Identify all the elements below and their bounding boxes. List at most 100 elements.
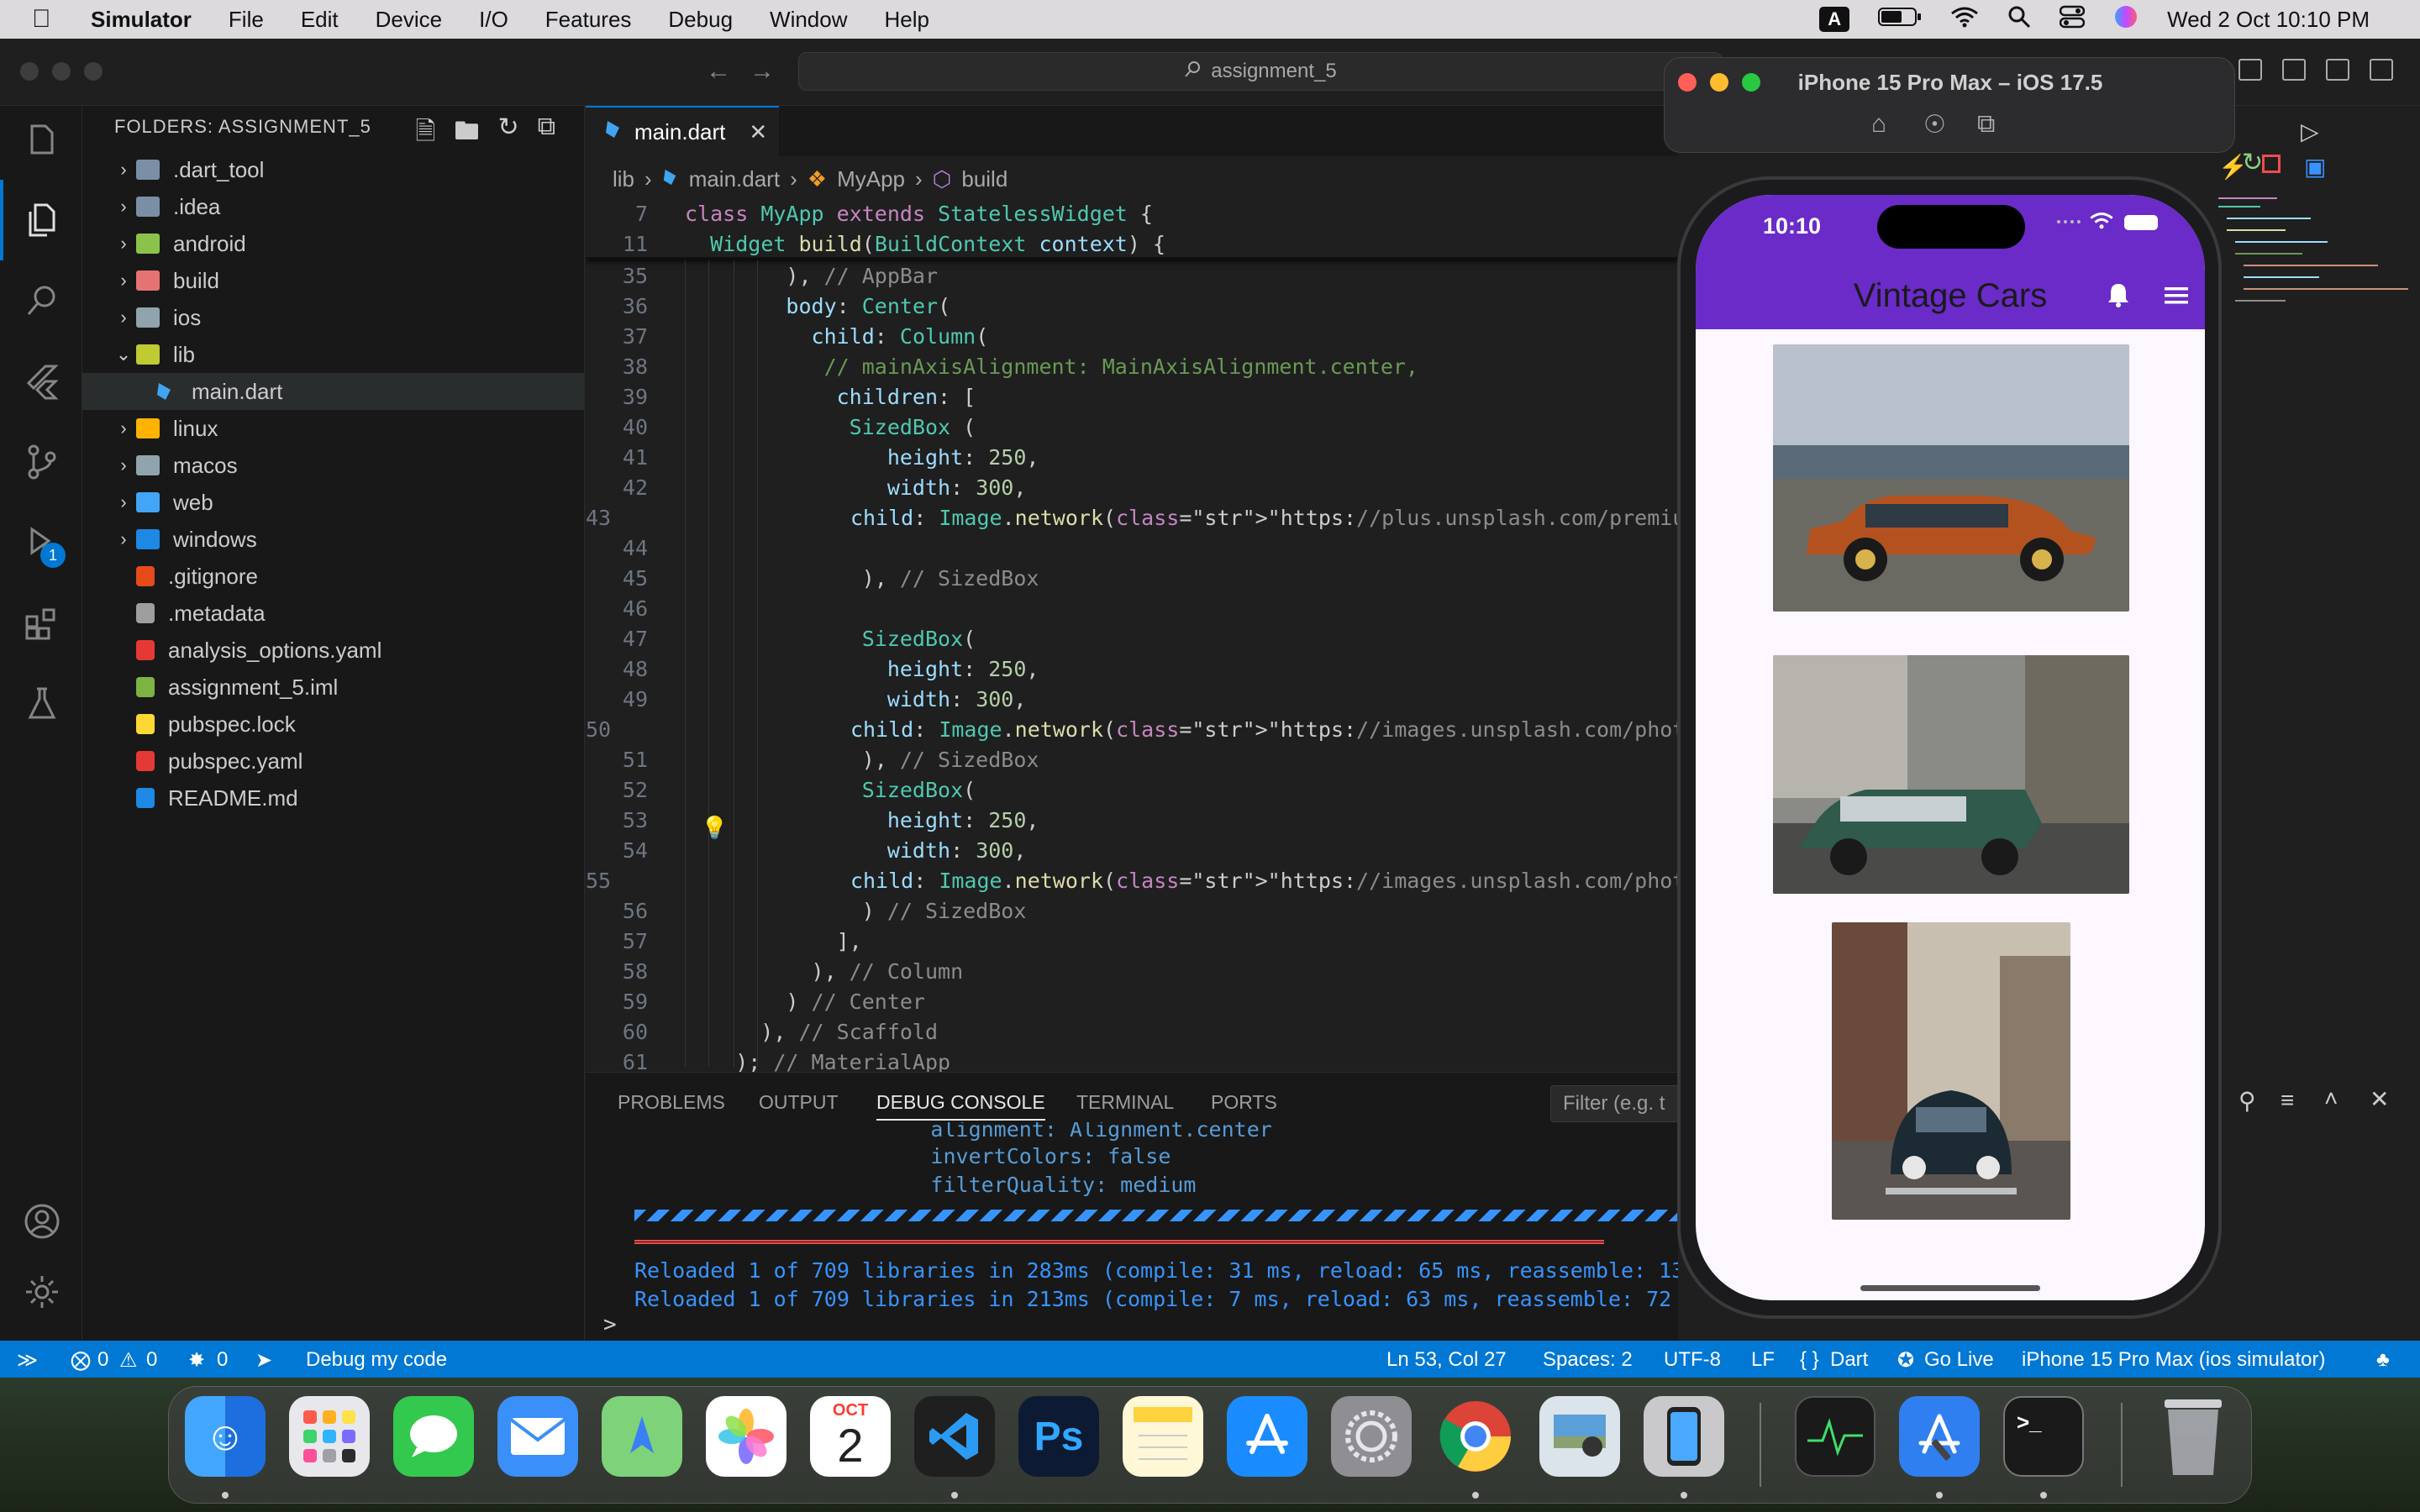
spotlight-search-icon[interactable] — [2007, 5, 2031, 34]
source-control-icon[interactable] — [20, 440, 64, 484]
photoshop-icon[interactable]: Ps — [1018, 1396, 1099, 1477]
encoding[interactable]: UTF-8 — [1664, 1348, 1721, 1372]
finder-icon[interactable]: ☺ — [185, 1396, 266, 1477]
rotate-icon[interactable]: ⧉ — [1977, 110, 1995, 139]
command-center-search[interactable]: assignment_5 — [798, 52, 1723, 91]
code-line[interactable]: 37 child: Column( — [586, 321, 1678, 351]
tree-item[interactable]: › web — [82, 484, 585, 521]
menu-features[interactable]: Features — [545, 7, 632, 33]
code-line[interactable]: 61 ); // MaterialApp — [586, 1047, 1678, 1073]
close-tab-icon[interactable]: ✕ — [749, 119, 767, 145]
notifications-bell-icon[interactable] — [2107, 282, 2129, 314]
files-icon[interactable] — [20, 198, 64, 242]
code-line[interactable]: 50 child: Image.network(class="str">"htt… — [586, 714, 1678, 744]
code-line[interactable]: 42 width: 300, — [586, 472, 1678, 502]
tree-item[interactable]: analysis_options.yaml — [82, 632, 585, 669]
close-window-button[interactable] — [20, 62, 39, 81]
tree-item[interactable]: › .dart_tool — [82, 151, 585, 188]
lightbulb-icon[interactable]: 💡 — [701, 815, 728, 841]
tab-terminal[interactable]: TERMINAL — [1076, 1091, 1174, 1114]
console-prompt[interactable]: > — [603, 1312, 617, 1337]
code-line[interactable]: 47 SizedBox( — [586, 623, 1678, 654]
iphone-screen[interactable]: 10:10 Vintage Cars — [1696, 195, 2205, 1300]
debug-launch-icon[interactable]: ➤ — [255, 1348, 272, 1373]
run-icon[interactable]: ▷ — [2301, 118, 2319, 145]
ports-icon[interactable]: ✸ — [188, 1348, 205, 1373]
home-icon[interactable]: ⌂ — [1871, 110, 1886, 139]
code-line[interactable]: 38 // mainAxisAlignment: MainAxisAlignme… — [586, 351, 1678, 381]
menu-help[interactable]: Help — [885, 7, 929, 33]
notifications-bell-icon[interactable]: ♣ — [2376, 1348, 2390, 1372]
toggle-secondary-sidebar-icon[interactable] — [2326, 59, 2349, 81]
refresh-icon[interactable]: ↻ — [497, 113, 518, 155]
go-live-button[interactable]: Go Live — [1924, 1348, 1994, 1372]
tab-problems[interactable]: PROBLEMS — [618, 1091, 725, 1114]
notes-icon[interactable] — [1123, 1396, 1203, 1477]
accounts-icon[interactable] — [20, 1200, 64, 1243]
activity-monitor-icon[interactable] — [1795, 1396, 1876, 1477]
code-line[interactable]: 54 width: 300, — [586, 835, 1678, 865]
app-store-icon[interactable] — [1227, 1396, 1307, 1477]
vintage-car-photo-3[interactable] — [1832, 922, 2070, 1220]
tree-item[interactable]: pubspec.yaml — [82, 743, 585, 780]
wifi-icon[interactable] — [1950, 6, 1979, 34]
code-line[interactable]: 35 ), // AppBar — [586, 260, 1678, 291]
code-line[interactable]: 45 ), // SizedBox — [586, 563, 1678, 593]
battery-icon[interactable] — [1878, 6, 1922, 34]
launchpad-icon[interactable] — [289, 1396, 370, 1477]
code-line[interactable]: 52 SizedBox( — [586, 774, 1678, 805]
messages-icon[interactable] — [393, 1396, 474, 1477]
menu-edit[interactable]: Edit — [301, 7, 339, 33]
close-panel-icon[interactable]: ✕ — [2370, 1085, 2389, 1113]
nav-back-icon[interactable]: ← — [706, 57, 731, 86]
breadcrumb-myapp[interactable]: MyApp — [837, 166, 905, 192]
menu-io[interactable]: I/O — [479, 7, 508, 33]
code-line[interactable]: 43 child: Image.network(class="str">"htt… — [586, 502, 1678, 533]
error-count[interactable]: 0 — [97, 1348, 108, 1372]
tree-item[interactable]: README.md — [82, 780, 585, 816]
code-line[interactable]: 60 ), // Scaffold — [586, 1016, 1678, 1047]
code-line[interactable]: 36 body: Center( — [586, 291, 1678, 321]
tree-item[interactable]: › .idea — [82, 188, 585, 225]
control-center-icon[interactable] — [2059, 5, 2086, 34]
tree-item[interactable]: › windows — [82, 521, 585, 558]
menu-app-name[interactable]: Simulator — [91, 7, 192, 33]
zoom-window-button[interactable] — [84, 62, 103, 81]
warning-icon[interactable]: ⚠ — [119, 1348, 138, 1373]
menu-debug[interactable]: Debug — [668, 7, 733, 33]
stop-icon[interactable] — [2262, 155, 2281, 173]
xcode-icon[interactable] — [1899, 1396, 1980, 1477]
code-line[interactable]: 57 ], — [586, 926, 1678, 956]
errors-icon[interactable]: ⨂ — [71, 1348, 91, 1373]
code-line[interactable]: 51 ), // SizedBox — [586, 744, 1678, 774]
flutter-device[interactable]: iPhone 15 Pro Max (ios simulator) — [2022, 1348, 2325, 1372]
code-editor[interactable]: 35 ), // AppBar 36 body: Center(37 child:… — [586, 198, 1678, 1072]
siri-icon[interactable] — [2113, 4, 2139, 35]
preview-icon[interactable] — [1539, 1396, 1620, 1477]
breadcrumb-lib[interactable]: lib — [613, 166, 634, 192]
code-line[interactable]: 53 height: 250, — [586, 805, 1678, 835]
collapse-all-icon[interactable]: ⧉ — [538, 113, 555, 155]
tree-item[interactable]: ⌄ lib — [82, 336, 585, 373]
code-line[interactable]: 39 children: [ — [586, 381, 1678, 412]
code-line[interactable]: 59 ) // Center — [586, 986, 1678, 1016]
code-line[interactable]: 56 ) // SizedBox — [586, 895, 1678, 926]
end-of-line[interactable]: LF — [1751, 1348, 1775, 1372]
apple-icon[interactable]:  — [32, 5, 66, 34]
tab-debug-console[interactable]: DEBUG CONSOLE — [876, 1091, 1045, 1121]
maximize-panel-icon[interactable]: ˄ — [2324, 1085, 2338, 1112]
tree-item[interactable]: .metadata — [82, 595, 585, 632]
tab-main-dart[interactable]: main.dart ✕ — [586, 106, 779, 156]
extensions-icon[interactable] — [20, 601, 64, 645]
tree-item[interactable]: › macos — [82, 447, 585, 484]
home-indicator[interactable] — [1860, 1285, 2040, 1291]
indentation[interactable]: Spaces: 2 — [1543, 1348, 1633, 1372]
customize-layout-icon[interactable] — [2370, 59, 2393, 81]
screenshot-icon[interactable]: ☉ — [1923, 110, 1946, 139]
vscode-icon[interactable] — [914, 1396, 995, 1477]
tab-output[interactable]: OUTPUT — [759, 1091, 839, 1114]
code-line[interactable]: 55 child: Image.network(class="str">"htt… — [586, 865, 1678, 895]
flutter-icon[interactable] — [20, 360, 64, 403]
new-file-icon[interactable]: 🗎 — [415, 113, 435, 155]
code-line[interactable]: 41 height: 250, — [586, 442, 1678, 472]
